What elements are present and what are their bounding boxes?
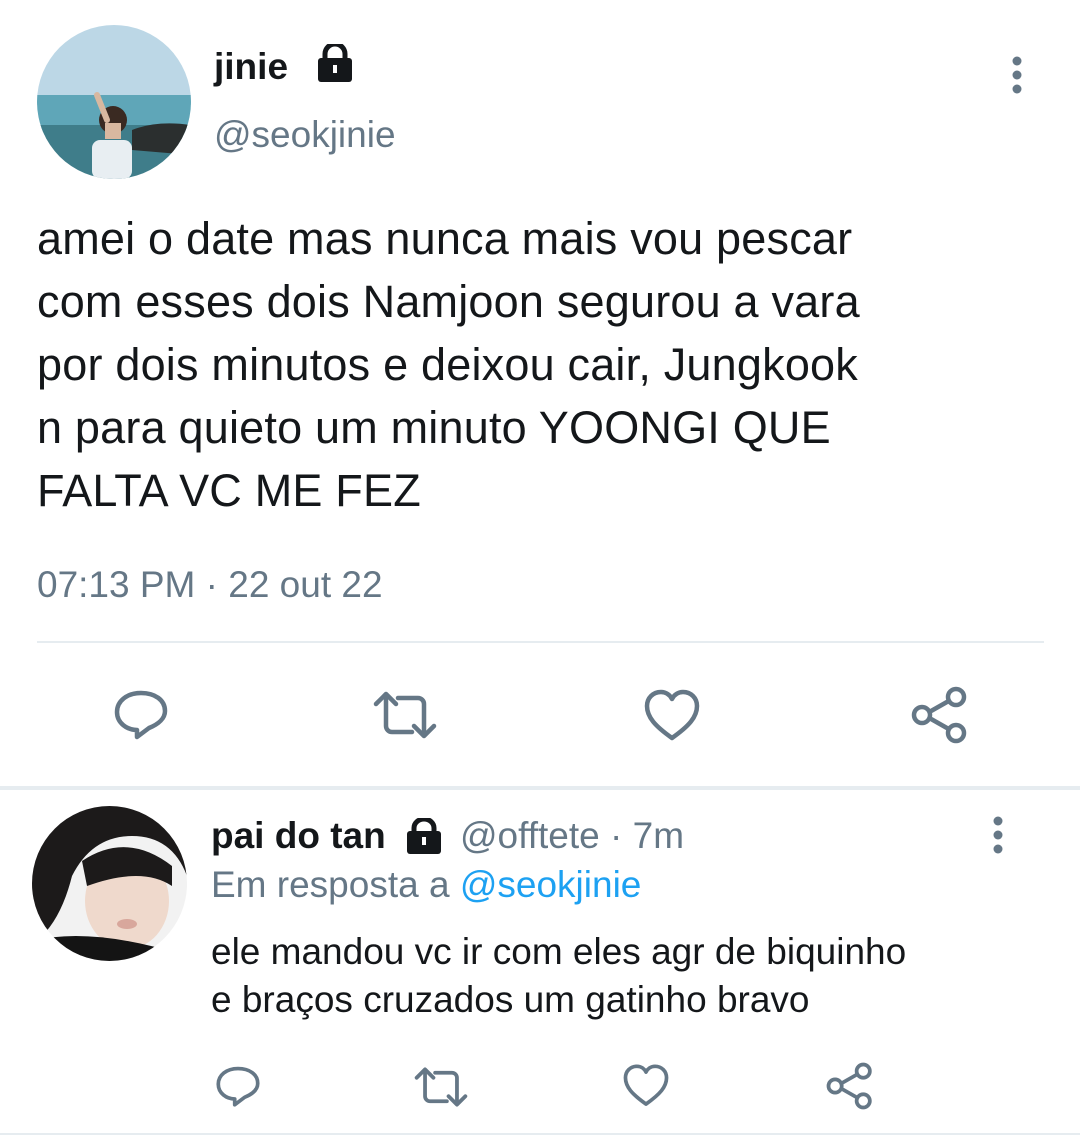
- tweet-text-line: n para quieto um minuto YOONGI QUE: [37, 402, 831, 453]
- tweet-text: amei o date mas nunca mais vou pescar co…: [37, 207, 1047, 522]
- more-vertical-icon[interactable]: [1000, 55, 1034, 95]
- divider: [37, 641, 1044, 643]
- tweet-text-line: com esses dois Namjoon segurou a vara: [37, 276, 860, 327]
- in-reply-prefix: Em resposta a: [211, 864, 450, 905]
- reply-author-name[interactable]: pai do tan: [211, 815, 386, 856]
- reply-icon[interactable]: [215, 1062, 261, 1108]
- tweet-timestamp[interactable]: 07:13 PM · 22 out 22: [37, 562, 383, 608]
- reply-icon[interactable]: [113, 685, 169, 741]
- author-name-text: jinie: [214, 46, 289, 87]
- in-reply-handle-link[interactable]: @seokjinie: [460, 864, 642, 905]
- section-divider: [0, 786, 1080, 790]
- reply-text-line: ele mandou vc ir com eles agr de biquinh…: [211, 931, 907, 972]
- share-icon[interactable]: [825, 1062, 875, 1110]
- tweet-text-line: FALTA VC ME FEZ: [37, 465, 421, 516]
- like-icon[interactable]: [622, 1063, 670, 1109]
- avatar[interactable]: [37, 25, 191, 179]
- reply-meta: @offtete · 7m: [460, 813, 684, 859]
- author-name[interactable]: jinie: [214, 45, 288, 89]
- like-icon[interactable]: [643, 688, 701, 744]
- lock-icon: [404, 816, 444, 856]
- reply-avatar[interactable]: [32, 806, 187, 961]
- share-icon[interactable]: [910, 686, 970, 744]
- tweet-text-line: por dois minutos e deixou cair, Jungkook: [37, 339, 858, 390]
- reply-time: · 7m: [610, 815, 685, 856]
- reply-text-line: e braços cruzados um gatinho bravo: [211, 979, 810, 1020]
- reply-header: pai do tan: [211, 813, 386, 859]
- bottom-divider: [0, 1133, 1080, 1135]
- reply-text: ele mandou vc ir com eles agr de biquinh…: [211, 928, 1061, 1024]
- in-reply-to: Em resposta a @seokjinie: [211, 862, 641, 908]
- lock-icon: [315, 41, 355, 84]
- retweet-icon[interactable]: [372, 690, 438, 740]
- reply-author-handle[interactable]: @offtete: [460, 815, 600, 856]
- tweet-text-line: amei o date mas nunca mais vou pescar: [37, 213, 853, 264]
- retweet-icon[interactable]: [413, 1066, 469, 1108]
- more-vertical-icon[interactable]: [981, 815, 1015, 855]
- author-handle[interactable]: @seokjinie: [214, 113, 396, 157]
